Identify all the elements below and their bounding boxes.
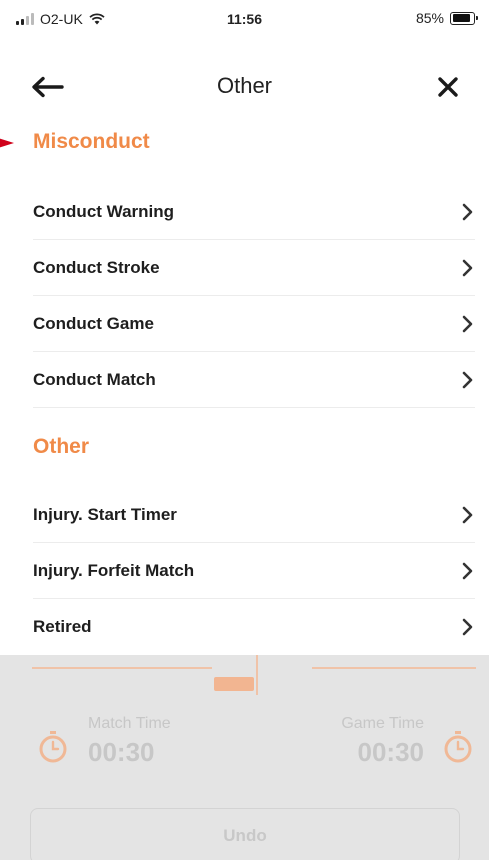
list-item-label: Injury. Forfeit Match — [33, 560, 195, 580]
list-item-conduct-game[interactable]: Conduct Game — [33, 296, 475, 352]
chevron-right-icon — [462, 315, 473, 332]
list-item-label: Conduct Warning — [33, 201, 175, 221]
status-bar: O2-UK 11:56 85% — [0, 0, 489, 44]
dimmed-background-app: Match Time 00:30 Game Time 00:30 Undo — [0, 655, 489, 860]
undo-button: Undo — [30, 808, 460, 860]
list-item-label: Conduct Match — [33, 369, 156, 389]
court-marker — [214, 677, 254, 691]
list-item-injury-forfeit-match[interactable]: Injury. Forfeit Match — [33, 543, 475, 599]
list-item-conduct-warning[interactable]: Conduct Warning — [33, 184, 475, 240]
section-heading-misconduct: Misconduct — [33, 130, 150, 153]
list-item-label: Retired — [33, 617, 92, 636]
stopwatch-icon — [444, 731, 472, 763]
list-item-retired[interactable]: Retired — [33, 599, 475, 655]
match-time-value: 00:30 — [88, 737, 155, 767]
list-item-conduct-match[interactable]: Conduct Match — [33, 352, 475, 408]
battery-percent: 85% — [415, 10, 444, 26]
status-right: 85% — [415, 10, 478, 26]
stopwatch-icon — [39, 731, 67, 763]
undo-label: Undo — [223, 826, 267, 845]
close-button[interactable] — [431, 70, 465, 104]
section-heading-other: Other — [33, 435, 90, 458]
battery-icon — [450, 11, 478, 25]
header: Other — [0, 60, 489, 112]
chevron-right-icon — [462, 562, 473, 579]
list-item-label: Conduct Game — [33, 313, 154, 333]
chevron-right-icon — [462, 618, 473, 636]
page-title: Other — [216, 73, 273, 98]
game-time-value: 00:30 — [357, 737, 425, 767]
list-item-injury-start-timer[interactable]: Injury. Start Timer — [33, 487, 475, 543]
chevron-right-icon — [462, 203, 473, 220]
list-item-label: Conduct Stroke — [33, 257, 160, 277]
list-item-conduct-stroke[interactable]: Conduct Stroke — [33, 240, 475, 296]
game-time-label: Game Time — [341, 715, 424, 732]
chevron-right-icon — [462, 371, 473, 388]
match-time-label: Match Time — [88, 715, 171, 732]
annotation-arrow-icon — [0, 138, 14, 148]
close-icon — [438, 77, 458, 97]
court-line — [312, 667, 476, 669]
court-line — [32, 667, 212, 669]
list-item-label: Injury. Start Timer — [33, 504, 177, 524]
chevron-right-icon — [462, 506, 473, 523]
chevron-right-icon — [462, 259, 473, 276]
